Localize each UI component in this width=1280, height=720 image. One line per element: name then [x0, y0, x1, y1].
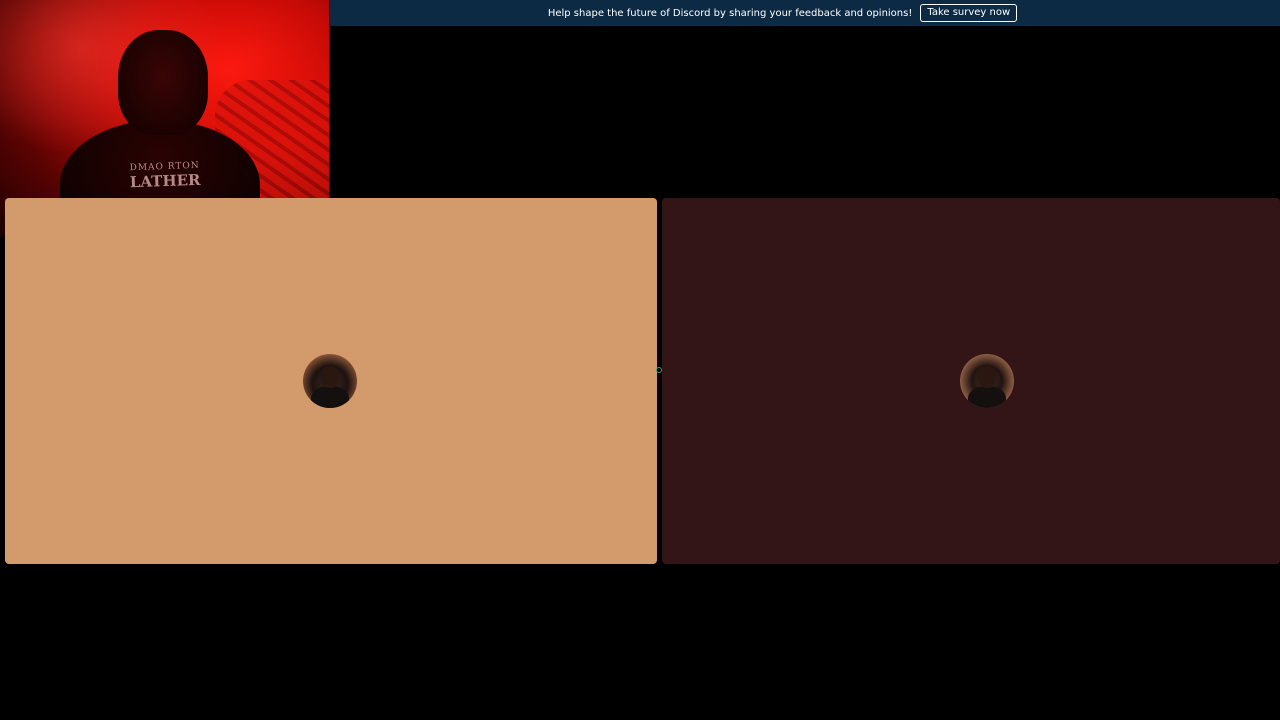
notice-message: Help shape the future of Discord by shar…: [547, 7, 913, 19]
user-avatar-icon: [960, 354, 1014, 408]
participant-tile-1[interactable]: [5, 198, 657, 564]
call-view: Help shape the future of Discord by shar…: [0, 0, 1280, 720]
webcam-shirt-text: DMAO RTON LATHER: [110, 160, 221, 192]
webcam-person-head: [118, 30, 208, 135]
take-survey-button[interactable]: Take survey now: [920, 4, 1018, 22]
shirt-text-line-2: LATHER: [129, 170, 201, 192]
user-avatar-icon: [303, 354, 357, 408]
notice-bar: Help shape the future of Discord by shar…: [330, 0, 1280, 26]
tile-resize-handle[interactable]: [656, 367, 662, 373]
participant-tile-2[interactable]: [662, 198, 1280, 564]
